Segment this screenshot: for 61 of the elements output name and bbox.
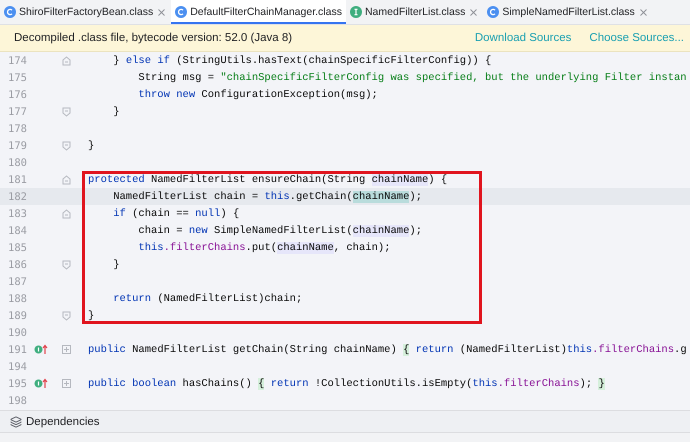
class-icon (175, 6, 188, 18)
fold-end-icon[interactable] (62, 106, 70, 116)
code-line: String msg = "chainSpecificFilterConfig was specified, but the underlying Filter instan (137, 72, 687, 84)
line-number: 181 (7, 174, 28, 186)
implements-method-icon[interactable] (34, 378, 48, 389)
dependencies-button[interactable]: Dependencies (6, 412, 104, 431)
code-line: public NamedFilterList getChain(String chainName) { return (NamedFilterList)this.filterChains.g (88, 344, 687, 356)
code-line: throw new ConfigurationException(msg); (137, 88, 378, 100)
code-line: } (112, 258, 120, 270)
code-line: } (88, 310, 94, 322)
close-icon[interactable] (468, 6, 480, 18)
editor-tab[interactable]: SimpleNamedFilterList.class (483, 0, 653, 24)
line-number: 188 (7, 292, 28, 304)
expand-icon[interactable] (62, 379, 70, 388)
line-number: 198 (7, 394, 28, 406)
editor-tab[interactable]: DefaultFilterChainManager.class (171, 0, 346, 24)
line-number: 185 (7, 242, 28, 254)
notice-text: Decompiled .class file, bytecode version: 52.0 (Java 8) (14, 32, 294, 44)
close-icon[interactable] (156, 6, 168, 18)
line-number: 194 (7, 360, 28, 372)
fold-end-icon[interactable] (62, 260, 70, 270)
editor-tab[interactable]: NamedFilterList.class (346, 0, 484, 24)
line-number: 182 (7, 190, 28, 202)
code-line: protected NamedFilterList ensureChain(String chainName) { (88, 174, 448, 186)
fold-start-icon[interactable] (62, 56, 70, 66)
line-number: 178 (7, 122, 28, 134)
layers-icon (10, 416, 22, 428)
line-number: 176 (7, 88, 28, 100)
code-line: chain = new SimpleNamedFilterList(chainName); (137, 224, 422, 236)
line-number: 175 (7, 72, 28, 84)
fold-start-icon[interactable] (62, 174, 70, 184)
code-line: this.filterChains.put(chainName, chain); (137, 242, 390, 254)
fold-start-icon[interactable] (62, 208, 70, 218)
line-number: 195 (7, 378, 28, 390)
class-icon (4, 6, 16, 18)
close-icon[interactable] (638, 6, 649, 18)
line-number: 187 (7, 276, 28, 288)
code-line: NamedFilterList chain = this.getChain(chainName); (112, 190, 422, 202)
fold-end-icon[interactable] (62, 140, 70, 150)
editor-tab[interactable]: ShiroFilterFactoryBean.class (0, 0, 172, 24)
class-icon (487, 6, 500, 18)
code-line: } (88, 140, 94, 152)
expand-icon[interactable] (62, 345, 70, 354)
line-number: 189 (7, 310, 28, 322)
code-line: } else if (StringUtils.hasText(chainSpecificFilterConfig)) { (112, 54, 492, 66)
code-line: if (chain == null) { (112, 208, 240, 220)
fold-end-icon[interactable] (62, 310, 70, 320)
line-number: 191 (7, 344, 28, 356)
line-number: 179 (7, 140, 28, 152)
line-number: 177 (7, 106, 28, 118)
line-number: 184 (7, 224, 28, 236)
interface-icon (350, 6, 362, 18)
line-number: 190 (7, 326, 28, 338)
code-line: } (112, 106, 120, 118)
line-number: 180 (7, 156, 28, 168)
code-line: public boolean hasChains() { return !CollectionUtils.isEmpty(this.filterChains); } (88, 378, 605, 390)
implements-method-icon[interactable] (34, 344, 48, 355)
line-number: 183 (7, 208, 28, 220)
code-line: return (NamedFilterList)chain; (112, 292, 302, 304)
line-number: 174 (7, 54, 28, 66)
line-number: 186 (7, 258, 28, 270)
